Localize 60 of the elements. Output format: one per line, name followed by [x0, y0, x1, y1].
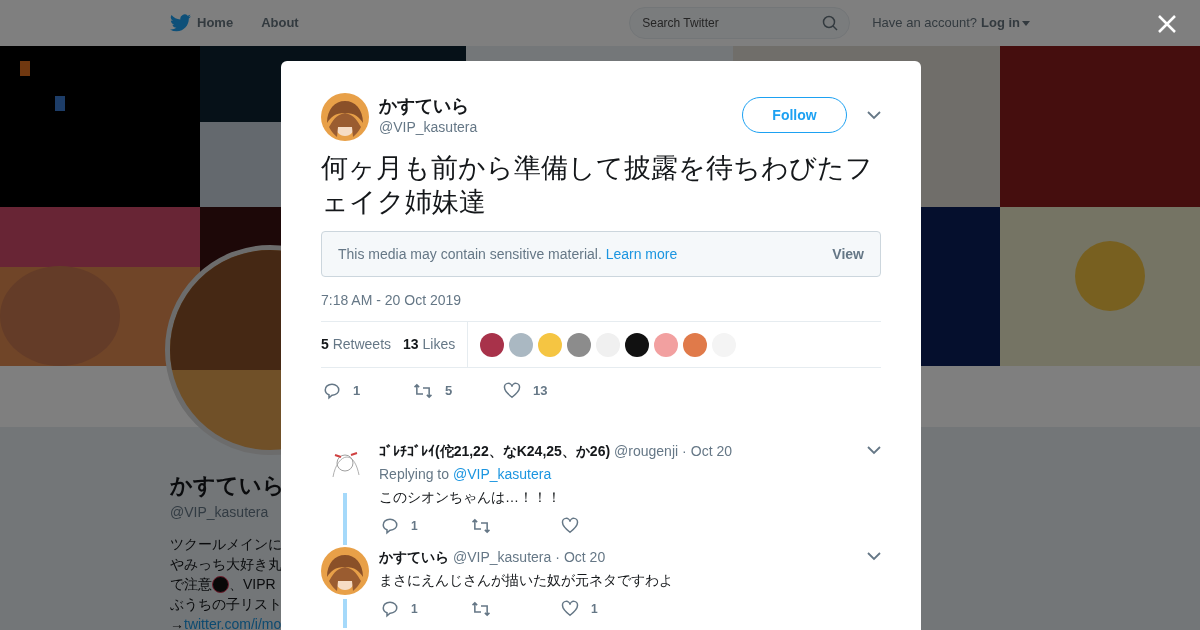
reply-date[interactable]: Oct 20 [563, 546, 606, 567]
account-prompt: Have an account? [872, 14, 977, 33]
liker-avatar[interactable] [480, 332, 505, 357]
age-badge-icon [212, 575, 229, 593]
reply-author-handle[interactable]: @rougenji [614, 440, 679, 461]
reply-icon[interactable] [381, 599, 399, 618]
sensitive-message: This media may contain sensitive material. Learn more [338, 244, 678, 264]
separator-dot: · [682, 441, 687, 461]
separator-dot: · [555, 547, 560, 567]
nav-link[interactable]: About [261, 13, 299, 33]
reply-author-handle[interactable]: @VIP_kasutera [453, 546, 552, 567]
replying-to-text: Replying to @VIP_kasutera [379, 464, 553, 484]
search-field[interactable]: Search Twitter [629, 7, 851, 39]
stat-text[interactable]: 13 Likes [403, 334, 456, 355]
chevron-down-icon[interactable] [867, 446, 881, 455]
reply-author-name[interactable]: ｺﾞﾚﾁｺﾞﾚｲ(佗21,22、なK24,25、か26) [379, 440, 611, 461]
author-name[interactable]: かすていら [379, 95, 478, 117]
chevron-down-icon[interactable] [867, 552, 881, 561]
heart-icon[interactable] [561, 600, 579, 617]
retweet-icon[interactable] [471, 516, 491, 535]
bio-line: で注意 [170, 575, 212, 594]
view-button[interactable]: View [832, 243, 864, 265]
bio-line: ツクールメインに [170, 535, 282, 554]
login-link[interactable]: Log in [981, 13, 1020, 33]
bio-line: やみっち大好き丸 [170, 555, 282, 574]
bio-line: ぶうちの子リスト [170, 595, 282, 614]
action-count: 5 [445, 382, 453, 400]
action-count: 13 [533, 382, 548, 400]
retweet-icon[interactable] [413, 381, 433, 400]
retweet-icon[interactable] [471, 599, 491, 618]
mention-link[interactable]: @VIP_kasutera [452, 465, 552, 482]
reply-icon[interactable] [323, 381, 341, 400]
bio-line: 、VIPR [229, 575, 276, 594]
chevron-down-icon[interactable] [867, 111, 881, 120]
close-icon[interactable] [1158, 15, 1176, 33]
reply-date[interactable]: Oct 20 [690, 440, 733, 461]
nav-link[interactable]: Home [197, 13, 234, 33]
profile-name: かすていら [170, 472, 285, 500]
reply-text: このシオンちゃんは…！！！ [379, 487, 562, 507]
reply-author-name[interactable]: かすていら [379, 546, 449, 567]
heart-icon[interactable] [503, 382, 521, 400]
action-count: 1 [353, 382, 361, 400]
liker-avatar[interactable] [625, 332, 650, 357]
reply-text: まさにえんじさんが描いた奴が元ネタですわよ [379, 570, 674, 590]
author-handle[interactable]: @VIP_kasutera [379, 117, 478, 137]
arrow-text: → [170, 615, 184, 630]
heart-icon[interactable] [561, 517, 579, 534]
action-count: 1 [411, 517, 418, 535]
action-count: 1 [411, 600, 418, 618]
avatar[interactable] [321, 546, 369, 595]
caret-icon [1022, 20, 1030, 26]
search-icon[interactable] [822, 15, 839, 31]
learn-more-link[interactable]: Learn more [605, 245, 678, 262]
tweet-time: 7:18 AM - 20 Oct 2019 [321, 291, 463, 309]
stat-text[interactable]: 5 Retweets [321, 334, 392, 355]
tweet-text: 何ヶ月も前から準備して披露を待ちわびたフェイク姉妹達 [321, 152, 874, 219]
action-count: 1 [591, 600, 598, 618]
reply-icon[interactable] [381, 516, 399, 535]
avatar[interactable] [321, 93, 369, 141]
profile-handle: @VIP_kasutera [170, 503, 269, 522]
